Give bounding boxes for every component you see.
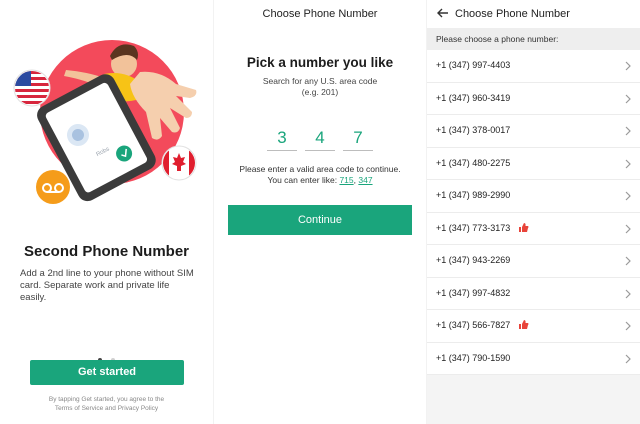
phone-number-text: +1 (347) 997-4832 <box>436 287 511 298</box>
phone-number-row[interactable]: +1 (347) 989-2990 <box>427 180 640 213</box>
onboarding-screen: Robs Second Phone Number Add a 2nd line … <box>0 0 213 424</box>
continue-button[interactable]: Continue <box>228 205 412 235</box>
phone-number-text: +1 (347) 378-0017 <box>436 125 511 135</box>
thumbs-up-badge-icon <box>519 320 529 329</box>
pick-subtitle-line-1: Search for any U.S. area code <box>262 76 378 86</box>
pick-subtitle-line-2: (e.g. 201) <box>301 87 339 97</box>
pick-subtitle: Search for any U.S. area code (e.g. 201) <box>214 76 426 98</box>
chevron-right-icon <box>625 321 631 331</box>
chevron-right-icon <box>625 224 631 233</box>
top-bar: Choose Phone Number <box>427 0 640 28</box>
phone-number-row[interactable]: +1 (347) 997-4403 <box>427 50 640 83</box>
phone-number-text: +1 (347) 997-4403 <box>436 60 511 70</box>
onboarding-illustration: Robs <box>13 40 197 204</box>
suggestion-link-347[interactable]: 347 <box>358 175 372 185</box>
phone-number-row[interactable]: +1 (347) 943-2269 <box>427 245 640 278</box>
onboarding-description: Add a 2nd line to your phone without SIM… <box>20 268 194 303</box>
phone-number-row[interactable]: +1 (347) 790-1590 <box>427 343 640 375</box>
get-started-button[interactable]: Get started <box>30 360 184 385</box>
phone-number-text: +1 (347) 960-3419 <box>436 92 511 103</box>
chevron-right-icon <box>625 256 631 266</box>
phone-number-row[interactable]: +1 (347) 566-7827 <box>427 310 640 343</box>
chevron-right-icon <box>625 191 631 201</box>
phone-number-row[interactable]: +1 (347) 997-4832 <box>427 278 640 310</box>
us-flag-icon <box>13 69 51 107</box>
pick-heading: Pick a number you like <box>246 55 394 70</box>
phone-number-text: +1 (347) 790-1590 <box>436 352 511 363</box>
hint-prefix: You can enter like: <box>267 175 340 185</box>
phone-number-list: +1 (347) 997-4403 +1 (347) 960-3419 +1 (34… <box>427 50 640 375</box>
chevron-right-icon <box>625 159 631 168</box>
area-code-hint: Please enter a valid area code to contin… <box>214 164 426 186</box>
area-code-digit-2[interactable]: 4 <box>305 125 335 151</box>
thumbs-up-badge-icon <box>519 222 529 232</box>
hint-line-1: Please enter a valid area code to contin… <box>239 164 401 174</box>
terms-link[interactable]: Terms of Service and Privacy Policy <box>0 404 213 413</box>
pick-number-screen: Choose Phone Number Pick a number you li… <box>214 0 426 424</box>
phone-number-text: +1 (347) 943-2269 <box>436 255 511 265</box>
chevron-right-icon <box>625 126 631 136</box>
phone-number-row[interactable]: +1 (347) 773-3173 <box>427 213 640 245</box>
chevron-right-icon <box>625 61 631 71</box>
terms-notice: By tapping Get started, you agree to the… <box>0 395 213 413</box>
chevron-right-icon <box>625 354 631 363</box>
phone-number-text: +1 (347) 773-3173 <box>436 222 511 233</box>
phone-number-text: +1 (347) 566-7827 <box>436 320 511 330</box>
area-code-digit-1[interactable]: 3 <box>267 125 297 151</box>
suggestion-link-715[interactable]: 715 <box>339 175 353 185</box>
terms-line-1: By tapping Get started, you agree to the <box>48 396 165 403</box>
choose-number-screen: Choose Phone Number Please choose a phon… <box>427 0 640 424</box>
hint-line-2: You can enter like: 715, 347 <box>214 175 426 186</box>
page-title: Choose Phone Number <box>262 8 378 20</box>
chevron-right-icon <box>625 289 631 298</box>
phone-number-row[interactable]: +1 (347) 378-0017 <box>427 115 640 148</box>
chevron-right-icon <box>625 94 631 103</box>
phone-number-text: +1 (347) 989-2990 <box>436 190 511 200</box>
page-title: Choose Phone Number <box>455 8 570 20</box>
phone-number-text: +1 (347) 480-2275 <box>436 157 511 168</box>
area-code-digit-3[interactable]: 7 <box>343 125 373 151</box>
back-arrow-icon[interactable] <box>435 5 451 21</box>
phone-number-row[interactable]: +1 (347) 960-3419 <box>427 83 640 115</box>
onboarding-title: Second Phone Number <box>23 243 190 260</box>
phone-number-row[interactable]: +1 (347) 480-2275 <box>427 148 640 180</box>
section-label: Please choose a phone number: <box>427 28 640 50</box>
voicemail-icon <box>36 170 70 204</box>
